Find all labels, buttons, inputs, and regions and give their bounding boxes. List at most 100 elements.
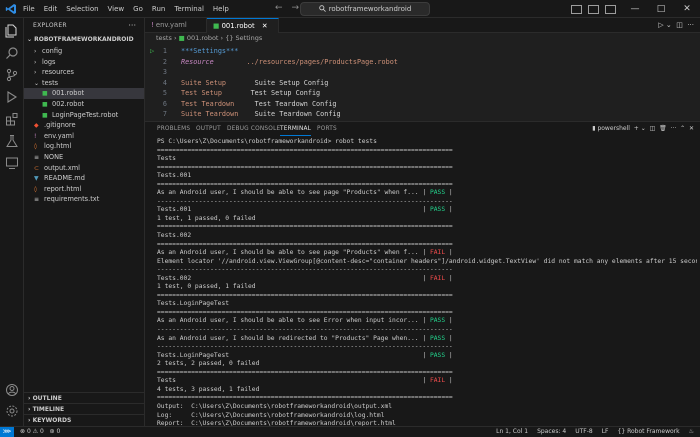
timeline-section[interactable]: › TIMELINE <box>24 403 145 414</box>
notifications-bell-icon[interactable]: ♨ <box>689 427 694 437</box>
testing-icon[interactable] <box>5 134 19 148</box>
tab-env-yaml[interactable]: ! env.yaml <box>145 18 207 33</box>
terminal-text: ----------------------------------------… <box>157 343 453 351</box>
more-actions-icon[interactable]: ··· <box>128 18 136 34</box>
remote-indicator-icon[interactable]: ⋙ <box>0 427 14 437</box>
sidebar-toggle-icon[interactable] <box>605 4 616 14</box>
tree-item[interactable]: › config <box>24 46 144 57</box>
keywords-section[interactable]: › KEYWORDS <box>24 414 145 425</box>
tab-001-robot[interactable]: ■ 001.robot ✕ <box>207 18 279 33</box>
indentation[interactable]: Spaces: 4 <box>537 427 566 437</box>
chevron-down-icon[interactable]: ⌄ <box>666 21 672 29</box>
tree-item[interactable]: ◊ report.html <box>24 184 144 195</box>
explorer-sidebar: EXPLORER ··· ⌄ ROBOTFRAMEWORKANDROID › co… <box>24 18 145 426</box>
menu-item-view[interactable]: View <box>108 0 125 18</box>
breadcrumb-folder[interactable]: tests <box>156 34 172 42</box>
test-status-fail: FAIL <box>429 274 446 282</box>
forward-arrow-icon[interactable]: → <box>292 3 300 13</box>
terminal-line: Tests.LoginPageTest <box>157 300 697 309</box>
tab-problems[interactable]: PROBLEMS <box>157 122 190 136</box>
breadcrumb-file[interactable]: 001.robot <box>187 34 219 42</box>
layout-toggle-icon[interactable] <box>571 4 582 14</box>
tree-item[interactable]: › logs <box>24 57 144 68</box>
terminal-text: Tests.001 <box>157 172 192 180</box>
tab-ports[interactable]: PORTS <box>317 122 337 136</box>
terminal-text: ----------------------------------------… <box>157 197 453 205</box>
more-actions-icon[interactable]: ··· <box>687 21 694 29</box>
menu-item-file[interactable]: File <box>23 0 35 18</box>
menu-item-run[interactable]: Run <box>152 0 165 18</box>
add-terminal-icon[interactable]: + <box>634 125 639 132</box>
terminal-line: ========================================… <box>157 147 697 156</box>
code-token: Test Teardown Config <box>254 99 337 108</box>
back-arrow-icon[interactable]: ← <box>275 3 283 13</box>
workspace-root[interactable]: ⌄ ROBOTFRAMEWORKANDROID <box>24 34 144 46</box>
terminal-line: ----------------------------------------… <box>157 266 697 275</box>
trash-icon[interactable]: 🗑 <box>659 125 667 132</box>
command-center-search[interactable]: robotframeworkandroid <box>300 2 430 16</box>
terminal-line: Tests | FAIL | <box>157 377 697 386</box>
tab-output[interactable]: OUTPUT <box>196 122 221 136</box>
tree-item[interactable]: › resources <box>24 67 144 78</box>
ports-status[interactable]: ⊛ 0 <box>50 428 61 435</box>
tree-item[interactable]: ▼ README.md <box>24 173 144 184</box>
tree-item[interactable]: ≡ NONE <box>24 152 144 163</box>
tree-item[interactable]: ⌄ tests <box>24 78 144 89</box>
tree-item[interactable]: ◆ .gitignore <box>24 120 144 131</box>
split-terminal-icon[interactable]: ◫ <box>650 125 656 132</box>
terminal-text: ----------------------------------------… <box>157 266 453 274</box>
extensions-icon[interactable] <box>5 112 19 126</box>
remote-explorer-icon[interactable] <box>5 156 19 170</box>
tree-item[interactable]: ■ 002.robot <box>24 99 144 110</box>
breadcrumb-symbol[interactable]: {} Settings <box>225 34 262 42</box>
menu-item-selection[interactable]: Selection <box>66 0 98 18</box>
workspace-root-label: ROBOTFRAMEWORKANDROID <box>34 36 134 43</box>
tree-item[interactable]: ! env.yaml <box>24 131 144 142</box>
line-number: 4 <box>162 78 167 87</box>
menu-item-terminal[interactable]: Terminal <box>174 0 204 18</box>
tree-item[interactable]: ≡ requirements.txt <box>24 194 144 205</box>
account-icon[interactable] <box>5 383 19 397</box>
more-actions-icon[interactable]: ··· <box>671 125 677 132</box>
language-mode[interactable]: {} Robot Framework <box>618 427 680 437</box>
maximize-icon[interactable]: □ <box>648 4 674 14</box>
outline-section[interactable]: › OUTLINE <box>24 392 145 403</box>
menu-item-help[interactable]: Help <box>213 0 229 18</box>
run-debug-icon[interactable] <box>5 90 19 104</box>
shell-name[interactable]: powershell <box>597 125 630 132</box>
tree-item[interactable]: ◊ log.html <box>24 141 144 152</box>
menu-item-go[interactable]: Go <box>133 0 143 18</box>
search-icon <box>318 5 326 12</box>
editor-tabs: ! env.yaml ■ 001.robot ✕ ▷ ⌄ ◫ ··· <box>145 18 700 33</box>
cursor-position[interactable]: Ln 1, Col 1 <box>496 427 528 437</box>
search-icon[interactable] <box>5 46 19 60</box>
tab-terminal[interactable]: TERMINAL <box>280 122 312 136</box>
chevron-down-icon[interactable]: ⌄ <box>641 125 646 132</box>
source-control-icon[interactable] <box>5 68 19 82</box>
run-icon[interactable]: ▷ <box>658 21 663 29</box>
tab-debug-console[interactable]: DEBUG CONSOLE <box>227 122 280 136</box>
close-tab-icon[interactable]: ✕ <box>262 22 268 30</box>
explorer-icon[interactable] <box>5 24 19 38</box>
terminal-text: As an Android user, I should be able to … <box>157 317 430 325</box>
tree-item[interactable]: ⊂ output.xml <box>24 163 144 174</box>
panel-toggle-icon[interactable] <box>588 4 599 14</box>
close-panel-icon[interactable]: ✕ <box>689 125 694 132</box>
settings-gear-icon[interactable] <box>5 404 19 418</box>
problems-status[interactable]: ⊗ 0 ⚠ 0 <box>20 428 44 435</box>
tree-item-label: output.xml <box>44 163 81 172</box>
code-editor[interactable]: ▷ 1 ***Settings*** 2 Resource ../resources/p… <box>145 44 700 121</box>
tree-item[interactable]: ■ 001.robot <box>24 88 144 99</box>
split-editor-icon[interactable]: ◫ <box>676 21 683 29</box>
tree-item[interactable]: ■ LoginPageTest.robot <box>24 110 144 121</box>
end-of-line[interactable]: LF <box>602 427 609 437</box>
terminal-output[interactable]: PS C:\Users\Z\Documents\robotframeworkan… <box>157 138 697 437</box>
maximize-panel-icon[interactable]: ⌃ <box>680 125 685 132</box>
menu-item-edit[interactable]: Edit <box>44 0 58 18</box>
encoding[interactable]: UTF-8 <box>575 427 593 437</box>
error-icon: ⊗ <box>20 428 26 435</box>
file-tree: › config › logs › resources ⌄ tests ■ 001.robot ■ 0… <box>24 46 144 205</box>
test-status-fail: FAIL <box>429 249 446 257</box>
minimize-icon[interactable]: — <box>622 4 648 14</box>
close-icon[interactable]: ✕ <box>674 4 700 14</box>
